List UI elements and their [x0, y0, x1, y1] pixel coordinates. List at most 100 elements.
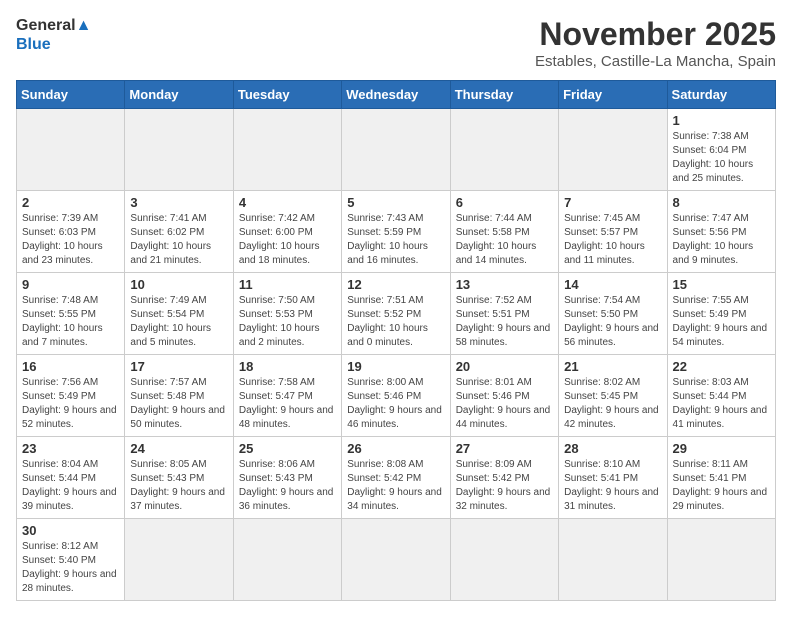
day-number: 12: [347, 277, 444, 292]
day-info: Sunrise: 8:04 AM Sunset: 5:44 PM Dayligh…: [22, 458, 119, 514]
day-cell: [559, 519, 667, 601]
day-number: 1: [673, 113, 770, 128]
day-cell: 20Sunrise: 8:01 AM Sunset: 5:46 PM Dayli…: [450, 355, 558, 437]
day-cell: [450, 109, 558, 191]
day-cell: 2 Sunrise: 7:39 AM Sunset: 6:03 PM Daylig…: [17, 191, 125, 273]
day-info: Sunrise: 7:52 AM Sunset: 5:51 PM Dayligh…: [456, 294, 553, 350]
day-cell: 9 Sunrise: 7:48 AM Sunset: 5:55 PM Daylig…: [17, 273, 125, 355]
day-cell: 23 Sunrise: 8:04 AM Sunset: 5:44 PM Dayli…: [17, 437, 125, 519]
day-cell: 24 Sunrise: 8:05 AM Sunset: 5:43 PM Dayli…: [125, 437, 233, 519]
day-cell: 6Sunrise: 7:44 AM Sunset: 5:58 PM Daylig…: [450, 191, 558, 273]
day-number: 6: [456, 195, 553, 210]
weekday-header-tuesday: Tuesday: [233, 81, 341, 109]
day-cell: 5 Sunrise: 7:43 AM Sunset: 5:59 PM Daylig…: [342, 191, 450, 273]
day-info: Sunrise: 8:06 AM Sunset: 5:43 PM Dayligh…: [239, 458, 336, 514]
day-cell: [667, 519, 775, 601]
weekday-header-wednesday: Wednesday: [342, 81, 450, 109]
day-number: 20: [456, 359, 553, 374]
subtitle: Estables, Castille-La Mancha, Spain: [535, 53, 776, 70]
week-row-2: 2 Sunrise: 7:39 AM Sunset: 6:03 PM Daylig…: [17, 191, 776, 273]
day-info: Sunrise: 7:58 AM Sunset: 5:47 PM Dayligh…: [239, 376, 336, 432]
day-number: 11: [239, 277, 336, 292]
day-number: 22: [673, 359, 770, 374]
day-number: 3: [130, 195, 227, 210]
day-number: 19: [347, 359, 444, 374]
day-number: 27: [456, 441, 553, 456]
month-title: November 2025: [535, 16, 776, 53]
day-info: Sunrise: 7:51 AM Sunset: 5:52 PM Dayligh…: [347, 294, 444, 350]
day-cell: 26 Sunrise: 8:08 AM Sunset: 5:42 PM Dayli…: [342, 437, 450, 519]
day-info: Sunrise: 7:43 AM Sunset: 5:59 PM Dayligh…: [347, 212, 444, 268]
weekday-header-saturday: Saturday: [667, 81, 775, 109]
day-info: Sunrise: 7:41 AM Sunset: 6:02 PM Dayligh…: [130, 212, 227, 268]
day-info: Sunrise: 7:50 AM Sunset: 5:53 PM Dayligh…: [239, 294, 336, 350]
day-cell: [17, 109, 125, 191]
day-number: 14: [564, 277, 661, 292]
day-info: Sunrise: 7:54 AM Sunset: 5:50 PM Dayligh…: [564, 294, 661, 350]
calendar: SundayMondayTuesdayWednesdayThursdayFrid…: [16, 80, 776, 601]
day-number: 10: [130, 277, 227, 292]
day-number: 18: [239, 359, 336, 374]
day-number: 13: [456, 277, 553, 292]
week-row-1: 1 Sunrise: 7:38 AM Sunset: 6:04 PM Daylig…: [17, 109, 776, 191]
day-number: 25: [239, 441, 336, 456]
day-number: 17: [130, 359, 227, 374]
day-cell: 19 Sunrise: 8:00 AM Sunset: 5:46 PM Dayli…: [342, 355, 450, 437]
week-row-5: 23 Sunrise: 8:04 AM Sunset: 5:44 PM Dayli…: [17, 437, 776, 519]
day-info: Sunrise: 7:57 AM Sunset: 5:48 PM Dayligh…: [130, 376, 227, 432]
day-cell: 4Sunrise: 7:42 AM Sunset: 6:00 PM Daylig…: [233, 191, 341, 273]
day-info: Sunrise: 7:39 AM Sunset: 6:03 PM Dayligh…: [22, 212, 119, 268]
weekday-header-row: SundayMondayTuesdayWednesdayThursdayFrid…: [17, 81, 776, 109]
day-number: 23: [22, 441, 119, 456]
day-info: Sunrise: 7:55 AM Sunset: 5:49 PM Dayligh…: [673, 294, 770, 350]
day-info: Sunrise: 7:48 AM Sunset: 5:55 PM Dayligh…: [22, 294, 119, 350]
day-info: Sunrise: 8:00 AM Sunset: 5:46 PM Dayligh…: [347, 376, 444, 432]
day-cell: [342, 519, 450, 601]
day-cell: [342, 109, 450, 191]
day-cell: 16 Sunrise: 7:56 AM Sunset: 5:49 PM Dayli…: [17, 355, 125, 437]
weekday-header-friday: Friday: [559, 81, 667, 109]
day-cell: 28Sunrise: 8:10 AM Sunset: 5:41 PM Dayli…: [559, 437, 667, 519]
week-row-6: 30Sunrise: 8:12 AM Sunset: 5:40 PM Dayli…: [17, 519, 776, 601]
day-cell: 14 Sunrise: 7:54 AM Sunset: 5:50 PM Dayli…: [559, 273, 667, 355]
weekday-header-sunday: Sunday: [17, 81, 125, 109]
day-info: Sunrise: 8:09 AM Sunset: 5:42 PM Dayligh…: [456, 458, 553, 514]
day-cell: 8 Sunrise: 7:47 AM Sunset: 5:56 PM Daylig…: [667, 191, 775, 273]
day-cell: 21 Sunrise: 8:02 AM Sunset: 5:45 PM Dayli…: [559, 355, 667, 437]
day-cell: [233, 109, 341, 191]
day-number: 21: [564, 359, 661, 374]
week-row-3: 9 Sunrise: 7:48 AM Sunset: 5:55 PM Daylig…: [17, 273, 776, 355]
day-cell: 1 Sunrise: 7:38 AM Sunset: 6:04 PM Daylig…: [667, 109, 775, 191]
day-number: 2: [22, 195, 119, 210]
day-cell: [125, 519, 233, 601]
weekday-header-monday: Monday: [125, 81, 233, 109]
day-cell: 12 Sunrise: 7:51 AM Sunset: 5:52 PM Dayli…: [342, 273, 450, 355]
day-number: 5: [347, 195, 444, 210]
day-info: Sunrise: 7:42 AM Sunset: 6:00 PM Dayligh…: [239, 212, 336, 268]
day-cell: [559, 109, 667, 191]
day-cell: 15 Sunrise: 7:55 AM Sunset: 5:49 PM Dayli…: [667, 273, 775, 355]
day-number: 28: [564, 441, 661, 456]
day-number: 9: [22, 277, 119, 292]
day-cell: 11 Sunrise: 7:50 AM Sunset: 5:53 PM Dayli…: [233, 273, 341, 355]
day-info: Sunrise: 8:02 AM Sunset: 5:45 PM Dayligh…: [564, 376, 661, 432]
day-cell: 3 Sunrise: 7:41 AM Sunset: 6:02 PM Daylig…: [125, 191, 233, 273]
day-info: Sunrise: 8:05 AM Sunset: 5:43 PM Dayligh…: [130, 458, 227, 514]
day-info: Sunrise: 7:38 AM Sunset: 6:04 PM Dayligh…: [673, 130, 770, 186]
day-info: Sunrise: 7:47 AM Sunset: 5:56 PM Dayligh…: [673, 212, 770, 268]
day-number: 24: [130, 441, 227, 456]
logo: General▲ Blue: [16, 16, 91, 54]
day-info: Sunrise: 8:12 AM Sunset: 5:40 PM Dayligh…: [22, 540, 119, 596]
day-number: 16: [22, 359, 119, 374]
day-number: 29: [673, 441, 770, 456]
day-cell: 25 Sunrise: 8:06 AM Sunset: 5:43 PM Dayli…: [233, 437, 341, 519]
day-number: 8: [673, 195, 770, 210]
day-number: 15: [673, 277, 770, 292]
day-info: Sunrise: 7:56 AM Sunset: 5:49 PM Dayligh…: [22, 376, 119, 432]
day-info: Sunrise: 8:11 AM Sunset: 5:41 PM Dayligh…: [673, 458, 770, 514]
day-info: Sunrise: 8:03 AM Sunset: 5:44 PM Dayligh…: [673, 376, 770, 432]
day-info: Sunrise: 8:08 AM Sunset: 5:42 PM Dayligh…: [347, 458, 444, 514]
day-cell: [450, 519, 558, 601]
day-cell: [233, 519, 341, 601]
day-number: 26: [347, 441, 444, 456]
